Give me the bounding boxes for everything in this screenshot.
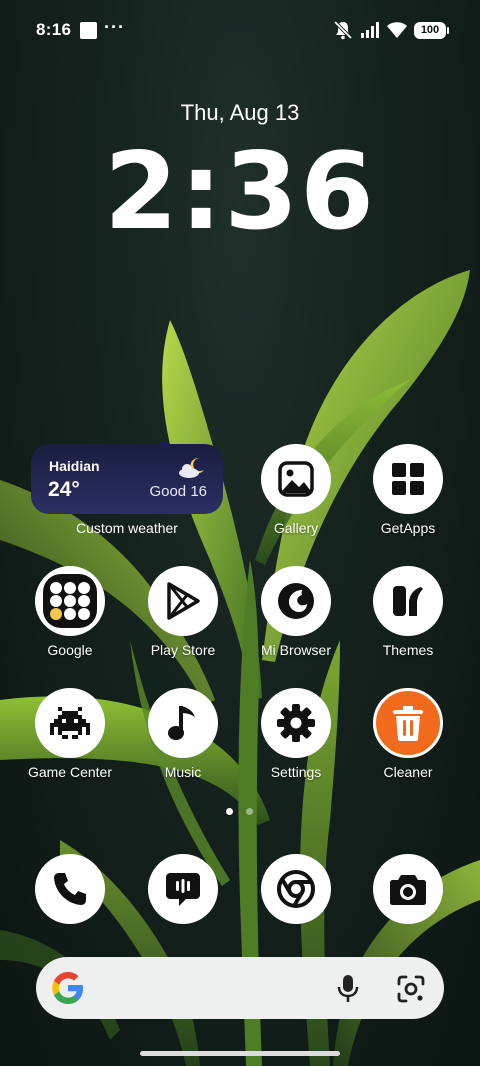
- gesture-nav-handle[interactable]: [140, 1051, 340, 1056]
- cleaner-icon[interactable]: [373, 688, 443, 758]
- mic-icon[interactable]: [334, 974, 362, 1004]
- lock-date[interactable]: Thu, Aug 13: [0, 100, 480, 126]
- camera-icon[interactable]: [373, 854, 443, 924]
- app-label: Google: [47, 642, 93, 658]
- clock-time[interactable]: 2:36: [0, 132, 480, 252]
- weather-condition: Good 16: [149, 483, 207, 500]
- signal-icon: [361, 22, 379, 38]
- app-label: Cleaner: [383, 764, 433, 780]
- weather-temperature: 24°: [48, 478, 80, 501]
- lens-icon[interactable]: [396, 974, 426, 1004]
- status-icons: 100: [332, 19, 449, 41]
- google-g-icon[interactable]: [50, 970, 86, 1006]
- app-label: Game Center: [27, 764, 113, 780]
- game-center-icon[interactable]: [35, 688, 105, 758]
- weather-widget-label: Custom weather: [76, 520, 178, 536]
- chrome-icon[interactable]: [261, 854, 331, 924]
- page-indicator-active[interactable]: [226, 808, 233, 815]
- app-label: Themes: [382, 642, 434, 658]
- app-label: Settings: [270, 764, 322, 780]
- battery-icon: 100: [414, 21, 449, 39]
- app-label: Play Store: [150, 642, 216, 658]
- gallery-icon[interactable]: [261, 444, 331, 514]
- phone-icon[interactable]: [35, 854, 105, 924]
- mi-browser-icon[interactable]: [261, 566, 331, 636]
- app-label: Music: [164, 764, 202, 780]
- getapps-icon[interactable]: [373, 444, 443, 514]
- status-time: 8:16: [36, 20, 72, 39]
- google-folder-icon[interactable]: [35, 566, 105, 636]
- weather-city: Haidian: [49, 458, 100, 474]
- mute-icon: [333, 20, 353, 40]
- messages-icon[interactable]: [148, 854, 218, 924]
- google-search-bar[interactable]: [36, 957, 444, 1019]
- notification-square-icon: [80, 22, 97, 39]
- wifi-icon: [387, 22, 407, 38]
- app-label: GetApps: [380, 520, 436, 536]
- status-bar: 8:16 ··· 100: [0, 0, 480, 60]
- play-store-icon[interactable]: [148, 566, 218, 636]
- app-label: Gallery: [273, 520, 319, 536]
- themes-icon[interactable]: [373, 566, 443, 636]
- weather-widget[interactable]: Haidian 24° Good 16: [31, 444, 223, 514]
- settings-icon[interactable]: [261, 688, 331, 758]
- music-icon[interactable]: [148, 688, 218, 758]
- app-label: Mi Browser: [260, 642, 331, 658]
- overflow-dots-icon: ···: [104, 17, 125, 37]
- partly-cloudy-night-icon: [179, 458, 204, 478]
- page-indicator-inactive[interactable]: [246, 808, 253, 815]
